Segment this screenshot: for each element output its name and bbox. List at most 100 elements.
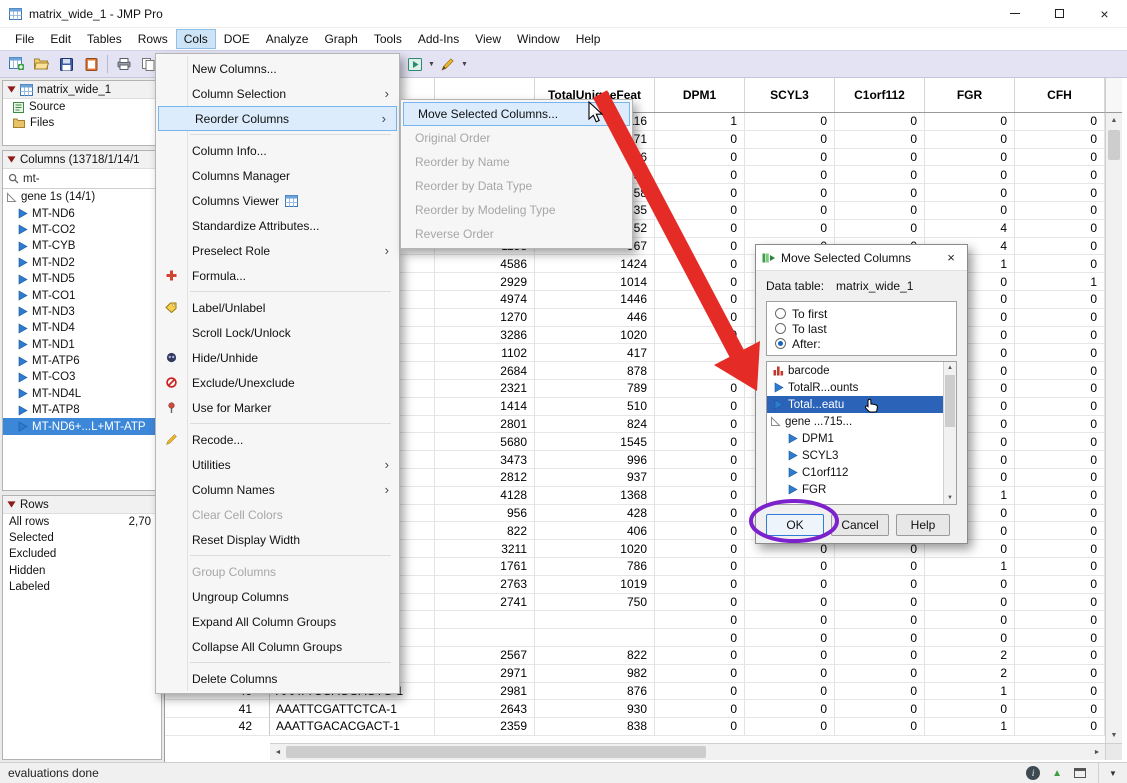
hotspot-icon[interactable] bbox=[7, 85, 16, 94]
toolbar-button-open[interactable] bbox=[29, 53, 54, 76]
menubar-item-view[interactable]: View bbox=[467, 29, 509, 49]
scroll-up-button[interactable]: ▲ bbox=[1106, 113, 1122, 128]
ok-button[interactable]: OK bbox=[766, 514, 824, 536]
scroll-down-button[interactable]: ▼ bbox=[1106, 728, 1122, 743]
menubar-item-window[interactable]: Window bbox=[509, 29, 568, 49]
dialog-list-item-gene-715[interactable]: gene ...715... bbox=[767, 413, 956, 430]
column-search-box[interactable]: mt- bbox=[3, 169, 161, 189]
column-group-row[interactable]: gene 1s (14/1) bbox=[3, 189, 161, 205]
table-row[interactable]: 41AAATTCGATTCTCA-1264393000000 bbox=[165, 700, 1105, 718]
radio-to-last[interactable]: To last bbox=[775, 321, 948, 336]
maximize-button[interactable] bbox=[1037, 0, 1082, 27]
rows-stat-labeled[interactable]: Labeled bbox=[3, 579, 161, 595]
cancel-button[interactable]: Cancel bbox=[831, 514, 889, 536]
toolbar-button-new-data-table[interactable] bbox=[4, 53, 29, 76]
column-list-item-mt-nd2[interactable]: MT-ND2 bbox=[3, 255, 161, 271]
cols-menu-item-reset-display-width[interactable]: Reset Display Width bbox=[156, 527, 399, 552]
menubar-item-help[interactable]: Help bbox=[568, 29, 609, 49]
menubar-item-add-ins[interactable]: Add-Ins bbox=[410, 29, 467, 49]
column-list-item-mt-nd5[interactable]: MT-ND5 bbox=[3, 271, 161, 287]
menubar-item-doe[interactable]: DOE bbox=[216, 29, 258, 49]
dialog-list-item-c1orf112[interactable]: C1orf112 bbox=[767, 464, 956, 481]
dialog-list-item-barcode[interactable]: barcode bbox=[767, 362, 956, 379]
cols-menu-item-ungroup-columns[interactable]: Ungroup Columns bbox=[156, 584, 399, 609]
rows-panel-header[interactable]: Rows bbox=[3, 496, 161, 514]
cols-menu-item-columns-manager[interactable]: Columns Manager bbox=[156, 163, 399, 188]
status-dropdown[interactable]: ▼ bbox=[1098, 763, 1127, 783]
column-list-item-mt-nd3[interactable]: MT-ND3 bbox=[3, 304, 161, 320]
menubar-item-edit[interactable]: Edit bbox=[42, 29, 79, 49]
dropdown-arrow-icon[interactable]: ▼ bbox=[428, 61, 435, 68]
cols-menu-item-standardize-attributes[interactable]: Standardize Attributes... bbox=[156, 213, 399, 238]
column-list-item-mt-atp6[interactable]: MT-ATP6 bbox=[3, 353, 161, 369]
dialog-list-scrollbar[interactable]: ▲ ▼ bbox=[943, 362, 956, 504]
dialog-list-item-fgr[interactable]: FGR bbox=[767, 481, 956, 498]
column-list-item-mt-nd1[interactable]: MT-ND1 bbox=[3, 337, 161, 353]
column-list-item-mt-nd4l[interactable]: MT-ND4L bbox=[3, 386, 161, 402]
scroll-right-button[interactable]: ► bbox=[1089, 744, 1105, 760]
info-icon[interactable]: i bbox=[1026, 766, 1040, 780]
radio-to-first[interactable]: To first bbox=[775, 306, 948, 321]
column-list-item-mt-co2[interactable]: MT-CO2 bbox=[3, 222, 161, 238]
col-header-scyl3[interactable]: SCYL3 bbox=[745, 78, 835, 112]
menubar-item-rows[interactable]: Rows bbox=[130, 29, 176, 49]
menubar-item-analyze[interactable]: Analyze bbox=[258, 29, 317, 49]
cols-menu-item-exclude-unexclude[interactable]: Exclude/Unexclude bbox=[156, 370, 399, 395]
submenu-item-move-selected-columns[interactable]: Move Selected Columns... bbox=[403, 102, 630, 126]
close-button[interactable]: × bbox=[1082, 0, 1127, 27]
toolbar-button-run-script[interactable] bbox=[402, 53, 427, 76]
column-list-item-mt-nd6-l-mt-atp[interactable]: MT-ND6+...L+MT-ATP bbox=[3, 418, 161, 434]
menubar-item-file[interactable]: File bbox=[7, 29, 42, 49]
table-row[interactable]: 42AAATTGACACGACT-1235983800010 bbox=[165, 718, 1105, 736]
dialog-list-item-dpm1[interactable]: DPM1 bbox=[767, 430, 956, 447]
vertical-scroll-thumb[interactable] bbox=[1108, 130, 1120, 160]
cols-menu-item-formula[interactable]: Formula... bbox=[156, 263, 399, 288]
cols-menu-item-recode[interactable]: Recode... bbox=[156, 427, 399, 452]
group-expander-icon[interactable] bbox=[6, 192, 17, 203]
list-scroll-up-button[interactable]: ▲ bbox=[944, 362, 956, 374]
col-header-c1orf112[interactable]: C1orf112 bbox=[835, 78, 925, 112]
minimize-button[interactable] bbox=[992, 0, 1037, 27]
table-panel-header[interactable]: matrix_wide_1 bbox=[3, 81, 161, 99]
menubar-item-tables[interactable]: Tables bbox=[79, 29, 130, 49]
hotspot-icon[interactable] bbox=[7, 500, 16, 509]
dialog-list-item-total-eatu[interactable]: Total...eatu bbox=[767, 396, 956, 413]
rows-stat-hidden[interactable]: Hidden bbox=[3, 563, 161, 579]
table-panel-item-files[interactable]: Files bbox=[3, 115, 161, 131]
column-list-item-mt-atp8[interactable]: MT-ATP8 bbox=[3, 402, 161, 418]
hotspot-icon[interactable] bbox=[7, 155, 16, 164]
cols-menu-item-reorder-columns[interactable]: Reorder Columns› bbox=[158, 106, 397, 131]
cols-menu-item-utilities[interactable]: Utilities› bbox=[156, 452, 399, 477]
vertical-scrollbar[interactable]: ▲ ▼ bbox=[1105, 113, 1122, 743]
help-button[interactable]: Help bbox=[896, 514, 950, 536]
column-list-item-mt-nd4[interactable]: MT-ND4 bbox=[3, 320, 161, 336]
menubar-item-graph[interactable]: Graph bbox=[316, 29, 365, 49]
cols-menu-item-use-for-marker[interactable]: Use for Marker bbox=[156, 395, 399, 420]
cols-menu-item-label-unlabel[interactable]: Label/Unlabel bbox=[156, 295, 399, 320]
menubar-item-cols[interactable]: Cols bbox=[176, 29, 216, 49]
window-list-icon[interactable] bbox=[1074, 768, 1086, 778]
rows-stat-excluded[interactable]: Excluded bbox=[3, 546, 161, 562]
cols-menu-item-new-columns[interactable]: New Columns... bbox=[156, 56, 399, 81]
toolbar-button-print[interactable] bbox=[111, 53, 136, 76]
toolbar-button-journal[interactable] bbox=[79, 53, 104, 76]
horizontal-scrollbar[interactable]: ◄ ► bbox=[270, 743, 1105, 760]
table-panel-item-source[interactable]: Source bbox=[3, 99, 161, 115]
dialog-list-item-totalr-ounts[interactable]: TotalR...ounts bbox=[767, 379, 956, 396]
cols-menu-item-delete-columns[interactable]: Delete Columns bbox=[156, 666, 399, 691]
cols-menu-item-expand-all-column-groups[interactable]: Expand All Column Groups bbox=[156, 609, 399, 634]
column-list-item-mt-co1[interactable]: MT-CO1 bbox=[3, 287, 161, 303]
log-caret-icon[interactable]: ▲ bbox=[1052, 768, 1062, 779]
list-scroll-thumb[interactable] bbox=[945, 375, 955, 427]
col-header-dpm1[interactable]: DPM1 bbox=[655, 78, 745, 112]
cols-menu-item-collapse-all-column-groups[interactable]: Collapse All Column Groups bbox=[156, 634, 399, 659]
dialog-close-button[interactable]: × bbox=[941, 250, 961, 265]
rows-stat-all-rows[interactable]: All rows2,70 bbox=[3, 514, 161, 530]
radio-after[interactable]: After: bbox=[775, 336, 948, 351]
col-header-cfh[interactable]: CFH bbox=[1015, 78, 1105, 112]
cols-menu-item-column-names[interactable]: Column Names› bbox=[156, 477, 399, 502]
column-list-item-mt-cyb[interactable]: MT-CYB bbox=[3, 238, 161, 254]
cols-menu-item-hide-unhide[interactable]: Hide/Unhide bbox=[156, 345, 399, 370]
list-scroll-down-button[interactable]: ▼ bbox=[944, 492, 956, 504]
cols-menu-item-column-info[interactable]: Column Info... bbox=[156, 138, 399, 163]
